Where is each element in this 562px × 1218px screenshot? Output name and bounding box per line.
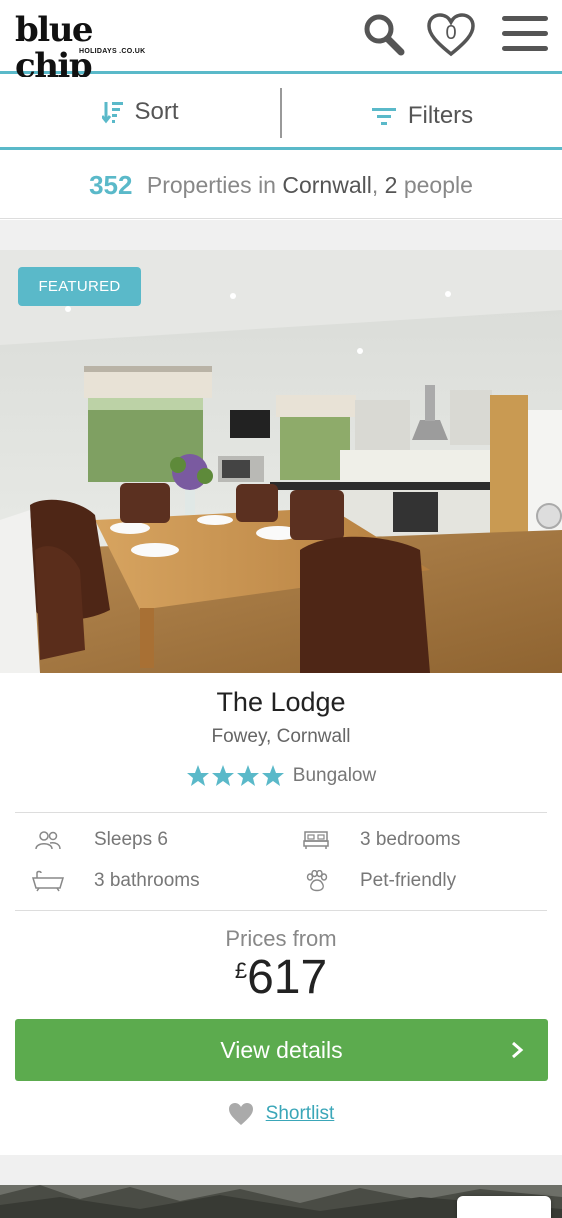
- featured-badge: FEATURED: [18, 267, 141, 306]
- sort-label: Sort: [134, 98, 179, 125]
- people-icon: [28, 827, 68, 853]
- chevron-right-icon: [512, 1041, 524, 1059]
- chat-widget[interactable]: [457, 1196, 551, 1218]
- price: £617: [0, 950, 562, 1005]
- site-logo[interactable]: blue chip HOLIDAYS .CO.UK: [15, 12, 155, 84]
- search-icon[interactable]: [362, 12, 406, 58]
- property-card: FEATURED The Lodge Fowey, Cornwall Bunga…: [0, 250, 562, 1155]
- sleeps-text: Sleeps 6: [94, 829, 168, 850]
- property-type: Bungalow: [292, 765, 377, 786]
- price-amount: 617: [247, 951, 328, 1004]
- results-summary: 352 Properties in Cornwall , 2 people: [0, 153, 562, 219]
- rating-row: Bungalow: [0, 764, 562, 788]
- menu-icon[interactable]: [502, 16, 548, 56]
- shortlist-row[interactable]: Shortlist: [0, 1102, 562, 1126]
- divider: [15, 812, 547, 813]
- star-icon: [236, 765, 259, 786]
- pets-text: Pet-friendly: [360, 870, 457, 891]
- logo-subtext: HOLIDAYS .CO.UK: [79, 48, 146, 55]
- star-icon: [186, 765, 209, 786]
- section-gap: [0, 220, 562, 250]
- results-people-count: 2: [384, 172, 398, 198]
- property-location: Fowey, Cornwall: [211, 726, 351, 747]
- star-rating: [186, 764, 285, 788]
- toolbar-divider: [280, 88, 282, 138]
- shortlist-count: 0: [445, 22, 457, 44]
- feature-sleeps: Sleeps 6: [28, 827, 168, 853]
- prices-from-label: Prices from: [225, 926, 337, 951]
- bathrooms-text: 3 bathrooms: [94, 870, 200, 891]
- bed-icon: [296, 827, 336, 853]
- feature-pets: Pet-friendly: [296, 868, 456, 894]
- property-title[interactable]: The Lodge: [0, 687, 562, 718]
- bedrooms-text: 3 bedrooms: [360, 829, 461, 850]
- results-text: Properties in: [140, 172, 283, 198]
- view-details-button[interactable]: View details: [15, 1019, 548, 1081]
- property-photo[interactable]: FEATURED: [0, 250, 562, 673]
- bath-icon: [28, 868, 68, 894]
- view-details-label: View details: [220, 1036, 343, 1063]
- shortlist-link[interactable]: Shortlist: [266, 1103, 335, 1125]
- section-gap: [0, 1155, 562, 1185]
- heart-icon: [228, 1103, 253, 1125]
- results-people-text: people: [397, 172, 473, 198]
- filter-icon: [371, 108, 396, 125]
- filters-button[interactable]: Filters: [283, 77, 562, 147]
- filters-label: Filters: [407, 102, 474, 129]
- sort-icon: [102, 102, 124, 124]
- results-location: Cornwall: [282, 172, 372, 198]
- results-count: 352: [89, 170, 133, 200]
- paw-icon: [296, 868, 336, 894]
- divider: [15, 910, 547, 911]
- shortlist-heart-button[interactable]: 0: [426, 12, 476, 58]
- star-icon: [211, 765, 234, 786]
- feature-bedrooms: 3 bedrooms: [296, 827, 460, 853]
- star-icon: [261, 765, 284, 786]
- feature-bathrooms: 3 bathrooms: [28, 868, 200, 894]
- results-comma: ,: [371, 172, 385, 198]
- sort-button[interactable]: Sort: [0, 77, 281, 147]
- sort-filter-bar: Sort Filters: [0, 77, 562, 150]
- site-header: blue chip HOLIDAYS .CO.UK 0: [0, 0, 562, 84]
- price-currency: £: [234, 958, 248, 983]
